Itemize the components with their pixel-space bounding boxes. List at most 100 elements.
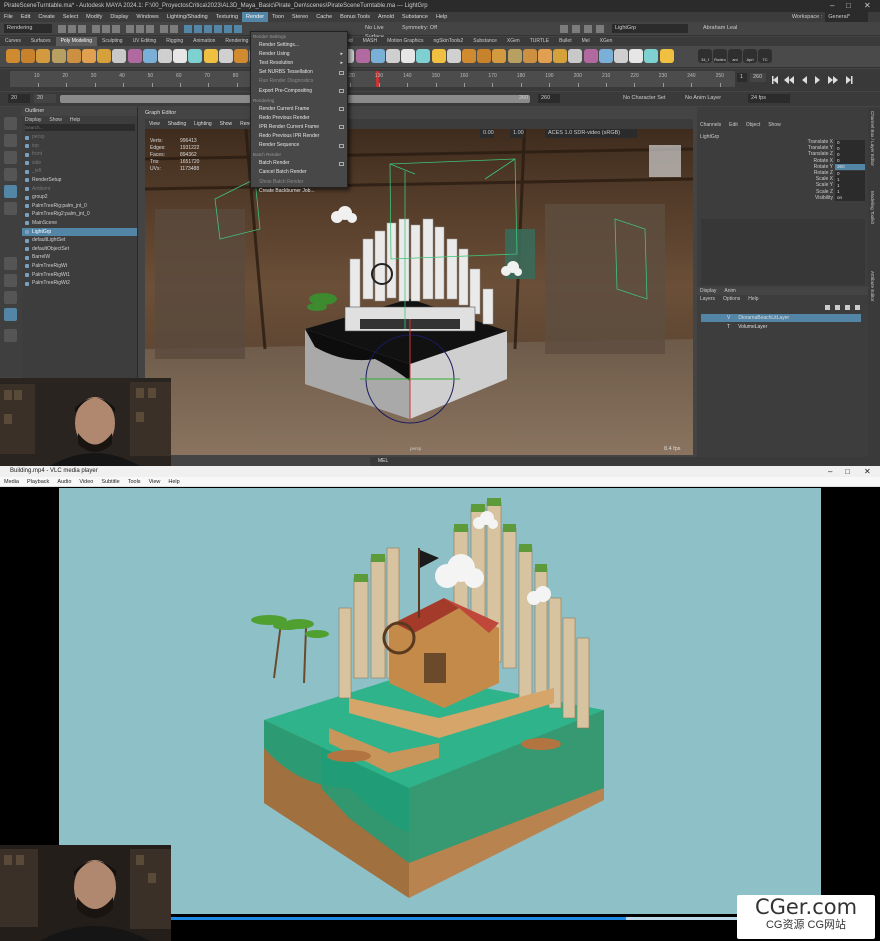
side-tab[interactable]: Modeling Toolkit	[870, 191, 875, 224]
shelf-tool-icon[interactable]	[416, 49, 431, 63]
command-line[interactable]: MEL	[370, 457, 880, 466]
shelf-tool-icon[interactable]	[188, 49, 203, 63]
shelf-tool-icon[interactable]	[583, 49, 598, 63]
video-frame[interactable]	[59, 488, 821, 914]
exposure-field[interactable]: 0.00	[480, 129, 494, 138]
vlc-menu-video[interactable]: Video	[75, 477, 97, 487]
channel-value[interactable]: 1	[835, 189, 865, 196]
outliner-item[interactable]: RenderSetup	[22, 176, 137, 185]
lasso-tool-icon[interactable]	[4, 134, 17, 147]
shelf-tab-sculpting[interactable]: Sculpting	[97, 37, 128, 46]
vlc-minimize-icon[interactable]: –	[828, 466, 832, 477]
menu-edit[interactable]: Edit	[17, 12, 34, 22]
menu-texturing[interactable]: Texturing	[212, 12, 242, 22]
side-tab[interactable]: Attribute Editor	[870, 271, 875, 301]
shelf-tool-icon[interactable]	[507, 49, 522, 63]
shelf-custom-ani[interactable]: ani	[728, 49, 742, 63]
viewport[interactable]	[145, 119, 693, 455]
rendered-diorama[interactable]	[59, 488, 821, 914]
channel-value[interactable]: 0	[835, 139, 865, 146]
option-box-icon[interactable]	[339, 107, 344, 112]
render-menu-item[interactable]: IPR Render Current Frame	[251, 123, 347, 132]
render-menu-item[interactable]: Create Backburner Job...	[251, 187, 347, 196]
shelf-tool-icon[interactable]	[6, 49, 20, 63]
menu-help[interactable]: Help	[432, 12, 451, 22]
object-search-field[interactable]: LightGrp	[612, 24, 688, 33]
outliner-item[interactable]: side	[22, 159, 137, 168]
shelf-tool-icon[interactable]	[446, 49, 461, 63]
shelf-tool-icon[interactable]	[112, 49, 127, 63]
menu-lighting-shading[interactable]: Lighting/Shading	[163, 12, 212, 22]
shelf-tool-icon[interactable]	[659, 49, 674, 63]
shelf-tab-bullet[interactable]: Bullet	[554, 37, 577, 46]
shelf-tool-icon[interactable]	[538, 49, 552, 63]
channel-value[interactable]: on	[835, 195, 865, 202]
workspace-value[interactable]: General*	[825, 12, 868, 22]
single-view-icon[interactable]	[4, 257, 17, 270]
shelf-tool-icon[interactable]	[431, 49, 446, 63]
shelf-tool-icon[interactable]	[492, 49, 507, 63]
rotate-tool-icon[interactable]	[4, 185, 17, 198]
outliner-item[interactable]: BarrelW	[22, 253, 137, 262]
option-box-icon[interactable]	[339, 125, 344, 130]
shelf-tool-icon[interactable]	[644, 49, 659, 63]
outliner-item[interactable]: defaultLightSet	[22, 236, 137, 245]
outliner-item[interactable]: PalmTreeRigWt	[22, 262, 137, 271]
render-menu-item[interactable]: Cancel Batch Render	[251, 168, 347, 177]
render-menu-item[interactable]: Render Current Frame	[251, 105, 347, 114]
render-menu-item[interactable]: Export Pre-Compositing	[251, 87, 347, 96]
outliner-item[interactable]: top	[22, 142, 137, 151]
shelf-tab-xgen[interactable]: XGen	[595, 37, 618, 46]
viewport-menu-shading[interactable]: Shading	[164, 119, 190, 129]
scale-tool-icon[interactable]	[4, 202, 17, 215]
outliner-menu-help[interactable]: Help	[70, 117, 80, 123]
shelf-custom-34-f[interactable]: 34_f	[698, 49, 712, 63]
shelf-tool-icon[interactable]	[598, 49, 613, 63]
channel-value[interactable]: 0	[835, 170, 865, 177]
render-menu-item[interactable]: Batch Render	[251, 159, 347, 168]
layer-visibility-flag[interactable]: T	[727, 324, 730, 330]
outliner-item[interactable]: front	[22, 150, 137, 159]
menu-file[interactable]: File	[0, 12, 17, 22]
shelf-tool-icon[interactable]	[66, 49, 81, 63]
render-menu-item[interactable]: Render Settings...	[251, 41, 347, 50]
channel-value[interactable]: 0	[835, 151, 865, 158]
shelf-tab-animation[interactable]: Animation	[188, 37, 220, 46]
layer-menu-layers[interactable]: Layers	[700, 296, 715, 302]
fps-dropdown[interactable]: 24 fps	[748, 94, 790, 103]
shelf-tab-substance[interactable]: Substance	[468, 37, 502, 46]
channel-menu-show[interactable]: Show	[768, 122, 781, 128]
shelf-tool-icon[interactable]	[234, 49, 248, 63]
shelf-tab-poly-modeling[interactable]: Poly Modeling	[55, 37, 97, 46]
seek-bar[interactable]	[171, 917, 812, 920]
shelf-tool-icon[interactable]	[173, 49, 188, 63]
option-box-icon[interactable]	[339, 70, 344, 75]
outliner-item[interactable]: PalmTreeRig2:palm_jnt_0	[22, 210, 137, 219]
shelf-tool-icon[interactable]	[477, 49, 492, 63]
range-end2-field[interactable]: 260	[538, 94, 560, 103]
outliner-menu-show[interactable]: Show	[49, 117, 62, 123]
shelf-tool-icon[interactable]	[522, 49, 537, 63]
outliner-item[interactable]: MainScene	[22, 219, 137, 228]
two-view-icon[interactable]	[4, 291, 17, 304]
select-tool-icon[interactable]	[4, 117, 17, 130]
shelf-tool-icon[interactable]	[203, 49, 218, 63]
menu-toon[interactable]: Toon	[268, 12, 288, 22]
magnify-icon[interactable]	[4, 329, 17, 342]
option-box-icon[interactable]	[339, 143, 344, 148]
outliner-menu-display[interactable]: Display	[25, 117, 41, 123]
menu-substance[interactable]: Substance	[398, 12, 432, 22]
shelf-tab-rendering[interactable]: Rendering	[220, 37, 253, 46]
shelf-tab-motion-graphics[interactable]: Motion Graphics	[382, 37, 428, 46]
shelf-tab-uv-editing[interactable]: UV Editing	[128, 37, 162, 46]
shelf-tab-mel[interactable]: Mel	[577, 37, 595, 46]
layer-row[interactable]: V DioramaBeachLitLayer	[701, 314, 861, 322]
range-end-field[interactable]: 260	[516, 94, 538, 103]
viewport-menu-show[interactable]: Show	[216, 119, 237, 129]
channel-menu-edit[interactable]: Edit	[729, 122, 738, 128]
time-ruler[interactable]: 1020304050607080901001101201301401501601…	[10, 71, 735, 87]
vlc-maximize-icon[interactable]: □	[845, 466, 850, 477]
outliner-item[interactable]: persp	[22, 133, 137, 142]
vlc-menu-tools[interactable]: Tools	[124, 477, 145, 487]
channel-value[interactable]: 360	[835, 164, 865, 171]
